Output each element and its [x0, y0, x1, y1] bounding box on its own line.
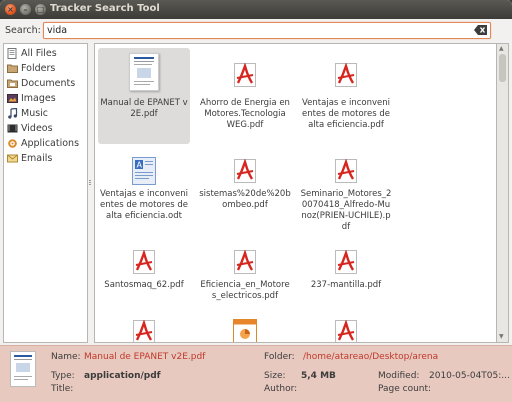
file-item[interactable]: Seminario_Motores_20070418_Alfredo-Munoz… — [300, 152, 392, 236]
file-name: Ventajas e inconvenientes de motores de … — [302, 98, 390, 130]
scroll-down-arrow-icon[interactable]: ▼ — [499, 333, 504, 340]
name-label: Name: — [51, 352, 81, 362]
window-title: Tracker Search Tool — [50, 3, 160, 14]
file-item[interactable]: Ventajas e inconvenientes de motores de … — [300, 48, 392, 144]
pdf-icon — [335, 159, 357, 183]
size-label: Size: — [264, 371, 286, 381]
category-sidebar: All Files Folders Documents Images Music… — [3, 43, 88, 343]
sidebar-item-label: All Files — [21, 48, 57, 59]
sidebar-item-label: Images — [21, 93, 56, 104]
minimize-button[interactable]: – — [20, 4, 31, 15]
applications-icon — [8, 139, 17, 148]
page-count-label: Page count: — [378, 384, 432, 394]
modified-label: Modified: — [378, 371, 420, 381]
file-item[interactable]: sistemas%20de%20bombeo.pdf — [199, 152, 291, 236]
presentation-icon — [233, 319, 257, 342]
file-item[interactable]: Eficiencia_en_Motores_electricos.pdf — [199, 242, 291, 312]
scroll-thumb[interactable] — [499, 54, 506, 82]
file-item[interactable] — [98, 316, 190, 342]
close-button[interactable]: × — [5, 4, 16, 15]
maximize-icon: □ — [36, 5, 45, 14]
sidebar-item-folders[interactable]: Folders — [5, 61, 87, 76]
pdf-icon — [234, 250, 256, 274]
search-label: Search: — [5, 25, 41, 36]
file-name: Ahorro de Energia en Motores.Tecnologia … — [200, 98, 290, 130]
odt-document-icon: A — [132, 157, 156, 185]
name-value[interactable]: Manual de EPANET v2E.pdf — [84, 352, 254, 362]
document-thumbnail — [129, 53, 159, 91]
type-label: Type: — [51, 371, 75, 381]
results-grid: Manual de EPANET v2E.pdf Ahorro de Energ… — [94, 43, 497, 343]
sidebar-item-documents[interactable]: Documents — [5, 76, 87, 91]
file-item[interactable] — [300, 316, 392, 342]
file-name: sistemas%20de%20bombeo.pdf — [199, 189, 291, 210]
file-item[interactable]: A Ventajas e inconvenientes de motores d… — [98, 152, 190, 236]
type-value: application/pdf — [84, 371, 161, 381]
file-name: Seminario_Motores_20070418_Alfredo-Munoz… — [300, 189, 392, 232]
sidebar-item-videos[interactable]: Videos — [5, 121, 87, 136]
pdf-icon — [335, 63, 357, 87]
file-item[interactable]: 237-mantilla.pdf — [300, 242, 392, 312]
search-row: Search: — [0, 19, 512, 41]
music-icon — [8, 108, 18, 119]
minimize-icon: – — [23, 5, 28, 14]
file-item[interactable] — [199, 316, 291, 342]
title-bar: × – □ Tracker Search Tool — [0, 0, 512, 19]
file-item[interactable]: Ahorro de Energia en Motores.Tecnologia … — [199, 48, 291, 144]
size-value: 5,4 MB — [301, 371, 336, 381]
scroll-up-arrow-icon[interactable]: ▲ — [499, 45, 504, 52]
sidebar-item-applications[interactable]: Applications — [5, 136, 87, 151]
title-label: Title: — [51, 384, 74, 394]
close-icon: × — [7, 5, 14, 14]
file-name: Eficiencia_en_Motores_electricos.pdf — [200, 280, 290, 301]
videos-icon — [7, 124, 18, 133]
pdf-icon — [133, 320, 155, 342]
sidebar-item-label: Videos — [21, 123, 53, 134]
file-name: 237-mantilla.pdf — [310, 280, 382, 290]
sidebar-item-label: Music — [21, 108, 49, 119]
pdf-icon — [234, 63, 256, 87]
details-panel: Name: Manual de EPANET v2E.pdf Type: app… — [0, 345, 512, 402]
file-item[interactable]: Santosmaq_62.pdf — [98, 242, 190, 312]
pane-splitter[interactable] — [89, 180, 92, 188]
sidebar-item-label: Applications — [21, 138, 80, 149]
file-item[interactable]: Manual de EPANET v2E.pdf — [98, 48, 190, 144]
maximize-button[interactable]: □ — [35, 4, 46, 15]
file-name: Manual de EPANET v2E.pdf — [100, 98, 188, 119]
selected-file-thumbnail — [10, 351, 36, 387]
folder-icon — [7, 64, 18, 73]
images-icon — [7, 94, 18, 103]
pdf-icon — [335, 250, 357, 274]
tracker-search-window: × – □ Tracker Search Tool Search: All Fi… — [0, 0, 512, 402]
all-files-icon — [7, 48, 17, 59]
sidebar-item-label: Emails — [21, 153, 53, 164]
sidebar-item-label: Documents — [21, 78, 76, 89]
emails-icon — [7, 154, 18, 163]
sidebar-item-all-files[interactable]: All Files — [5, 46, 87, 61]
documents-icon — [7, 79, 18, 88]
file-name: Ventajas e inconvenientes de motores de … — [100, 189, 188, 221]
modified-value: 2010-05-04T05:... — [429, 371, 510, 381]
sidebar-item-music[interactable]: Music — [5, 106, 87, 121]
author-label: Author: — [264, 384, 298, 394]
pdf-icon — [335, 320, 357, 342]
folder-value[interactable]: /home/atareao/Desktop/arena — [303, 352, 503, 362]
sidebar-item-label: Folders — [21, 63, 56, 74]
sidebar-item-images[interactable]: Images — [5, 91, 87, 106]
folder-label: Folder: — [264, 352, 295, 362]
clear-icon[interactable] — [474, 25, 487, 35]
pdf-icon — [133, 250, 155, 274]
file-name: Santosmaq_62.pdf — [104, 280, 184, 290]
svg-text:A: A — [137, 161, 143, 170]
search-input[interactable] — [43, 22, 491, 39]
results-scrollbar[interactable]: ▲ ▼ — [497, 43, 509, 343]
sidebar-item-emails[interactable]: Emails — [5, 151, 87, 166]
pdf-icon — [234, 159, 256, 183]
